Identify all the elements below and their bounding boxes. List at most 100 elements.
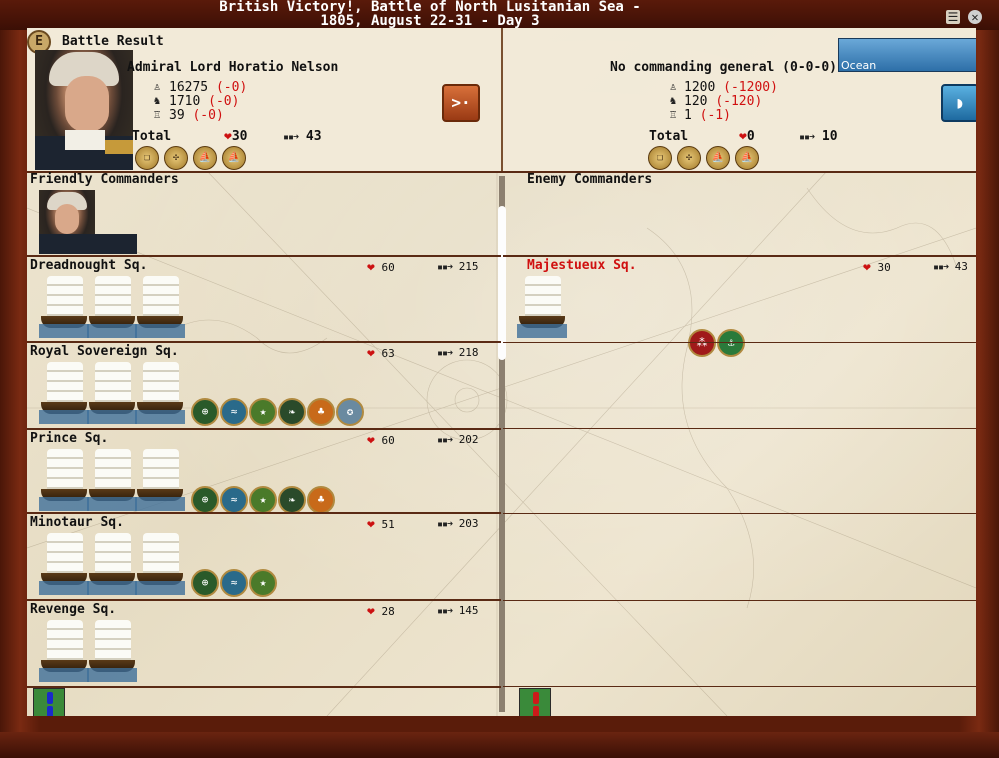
squadron-hits: ❤ 51 bbox=[367, 517, 395, 532]
firepower-icon: ▪▪➜ bbox=[283, 132, 299, 143]
window-title: British Victory!, Battle of North Lusita… bbox=[0, 0, 860, 28]
enemy-compass-icon[interactable]: ✣ bbox=[677, 146, 701, 170]
ship-image[interactable] bbox=[87, 272, 137, 338]
row-divider bbox=[27, 512, 501, 514]
enemy-stat-3: 1 (-1) bbox=[684, 108, 731, 123]
firepower-icon: ▪▪➜ bbox=[437, 262, 453, 273]
row-divider bbox=[27, 255, 501, 257]
star-icon[interactable]: ★ bbox=[249, 398, 277, 426]
squadron-power: ▪▪➜ 218 bbox=[437, 346, 479, 359]
enemy-morale-indicator bbox=[519, 688, 551, 716]
ship-image[interactable] bbox=[135, 358, 185, 424]
row-divider bbox=[27, 686, 501, 688]
ship-image[interactable] bbox=[135, 272, 185, 338]
crosshair-icon[interactable]: ⊕ bbox=[191, 569, 219, 597]
enemy-scroll-icon[interactable]: ❏ bbox=[648, 146, 672, 170]
enemy-stat-1: 1200 (-1200) bbox=[684, 80, 778, 95]
enemy-ship-icon[interactable]: ⛵ bbox=[706, 146, 730, 170]
enemy-infantry-icon: ♙ bbox=[669, 80, 677, 93]
fleet-icon[interactable]: ⛵ bbox=[222, 146, 246, 170]
enemy-fleet-icon[interactable]: ⛵ bbox=[735, 146, 759, 170]
enemy-total-label: Total bbox=[649, 129, 689, 144]
friendly-stat-2: 1710 (-0) bbox=[169, 94, 240, 109]
row-divider bbox=[27, 341, 501, 343]
menu-icon[interactable]: ☰ bbox=[946, 10, 960, 24]
friendly-stat-3: 39 (-0) bbox=[169, 108, 224, 123]
friendly-commander-thumb[interactable] bbox=[39, 190, 137, 254]
enemy-squadron-name[interactable]: Majestueux Sq. bbox=[527, 258, 637, 273]
row-divider bbox=[503, 686, 976, 687]
terrain-label: Ocean bbox=[841, 59, 877, 72]
ship-image[interactable] bbox=[39, 529, 89, 595]
enemy-stat-2: 120 (-120) bbox=[684, 94, 763, 109]
enemy-squadron-power: ▪▪➜ 43 bbox=[933, 260, 968, 273]
cavalry-icon: ♞ bbox=[153, 94, 161, 107]
enemy-commanders-title: Enemy Commanders bbox=[527, 172, 653, 187]
squadron-power: ▪▪➜ 202 bbox=[437, 433, 479, 446]
friendly-commanders-title: Friendly Commanders bbox=[30, 172, 179, 187]
firepower-icon: ▪▪➜ bbox=[933, 262, 949, 273]
squadron-power: ▪▪➜ 215 bbox=[437, 260, 479, 273]
enemy-firepower-icon: ▪▪➜ bbox=[799, 132, 815, 143]
squadron-name[interactable]: Minotaur Sq. bbox=[30, 515, 124, 530]
squadron-hits: ❤ 28 bbox=[367, 604, 395, 619]
firepower-icon: ▪▪➜ bbox=[437, 435, 453, 446]
scroll-icon[interactable]: ❏ bbox=[135, 146, 159, 170]
ship-image[interactable] bbox=[39, 445, 89, 511]
anchor-icon[interactable]: ⚓ bbox=[717, 329, 745, 357]
enemy-heart-icon: ❤ bbox=[739, 129, 747, 144]
leaf-icon[interactable]: ❧ bbox=[278, 398, 306, 426]
battle-result-label: Battle Result bbox=[62, 34, 164, 49]
row-divider bbox=[503, 428, 976, 429]
leaf-icon[interactable]: ❧ bbox=[278, 486, 306, 514]
heart-icon: ❤ bbox=[367, 260, 375, 275]
ship-image[interactable] bbox=[87, 529, 137, 595]
crosshair-icon[interactable]: ⊕ bbox=[191, 398, 219, 426]
enemy-total-hits: ❤0 bbox=[739, 129, 755, 144]
heart-icon: ❤ bbox=[224, 129, 232, 144]
star-icon[interactable]: ★ bbox=[249, 486, 277, 514]
close-icon[interactable]: ✕ bbox=[968, 10, 982, 24]
ship-image[interactable] bbox=[39, 272, 89, 338]
squadron-name[interactable]: Royal Sovereign Sq. bbox=[30, 344, 179, 359]
row-divider bbox=[27, 599, 501, 601]
ship-image[interactable] bbox=[87, 616, 137, 682]
retreat-button[interactable]: >· bbox=[442, 84, 480, 122]
ship-image[interactable] bbox=[39, 616, 89, 682]
infantry-icon: ♙ bbox=[153, 80, 161, 93]
grapeshot-icon[interactable]: ⁂ bbox=[688, 329, 716, 357]
ship-image[interactable] bbox=[517, 272, 567, 338]
firepower-icon: ▪▪➜ bbox=[437, 519, 453, 530]
enemy-action-button[interactable]: ◗ bbox=[941, 84, 976, 122]
star-icon[interactable]: ★ bbox=[249, 569, 277, 597]
title-line-1: British Victory!, Battle of North Lusita… bbox=[219, 0, 641, 15]
friendly-commander-name: Admiral Lord Horatio Nelson bbox=[127, 60, 339, 75]
squadron-power: ▪▪➜ 145 bbox=[437, 604, 479, 617]
battle-panel: E Battle Result Admiral Lord Horatio Nel… bbox=[27, 28, 976, 716]
ship-icon[interactable]: ⛵ bbox=[193, 146, 217, 170]
crosshair-icon[interactable]: ⊕ bbox=[191, 486, 219, 514]
wind-icon[interactable]: ≈ bbox=[220, 569, 248, 597]
clover-icon[interactable]: ♣ bbox=[307, 398, 335, 426]
heart-icon: ❤ bbox=[367, 517, 375, 532]
squadron-name[interactable]: Revenge Sq. bbox=[30, 602, 116, 617]
commander-portrait[interactable] bbox=[35, 50, 133, 170]
friendly-total-hits: ❤30 bbox=[224, 129, 248, 144]
compass-icon[interactable]: ✣ bbox=[164, 146, 188, 170]
wind-icon[interactable]: ≈ bbox=[220, 486, 248, 514]
ship-image[interactable] bbox=[135, 445, 185, 511]
squadron-name[interactable]: Prince Sq. bbox=[30, 431, 108, 446]
ship-image[interactable] bbox=[39, 358, 89, 424]
row-divider bbox=[503, 342, 976, 343]
medal-icon[interactable]: ✪ bbox=[336, 398, 364, 426]
ship-image[interactable] bbox=[87, 445, 137, 511]
enemy-squadron-hits: ❤ 30 bbox=[863, 260, 891, 275]
scrollbar-thumb[interactable] bbox=[498, 206, 506, 360]
wind-icon[interactable]: ≈ bbox=[220, 398, 248, 426]
row-divider bbox=[503, 513, 976, 514]
squadron-hits: ❤ 60 bbox=[367, 260, 395, 275]
ship-image[interactable] bbox=[87, 358, 137, 424]
ship-image[interactable] bbox=[135, 529, 185, 595]
squadron-name[interactable]: Dreadnought Sq. bbox=[30, 258, 147, 273]
clover-icon[interactable]: ♣ bbox=[307, 486, 335, 514]
